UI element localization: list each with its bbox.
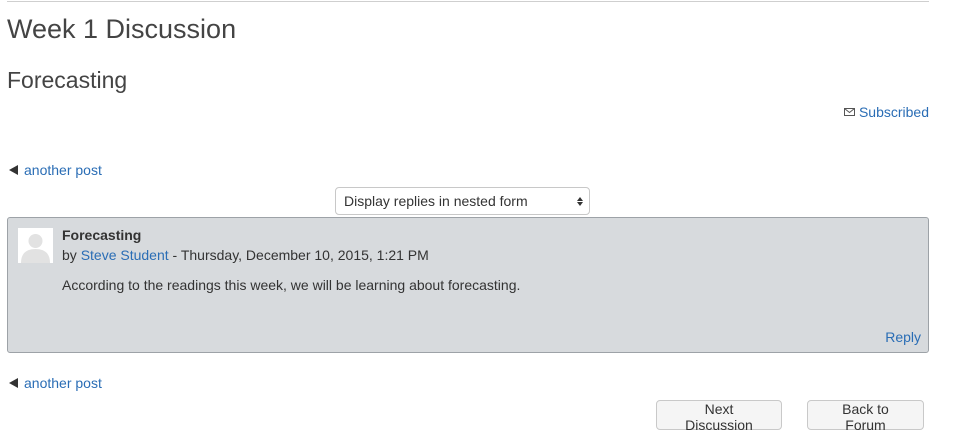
post-meta: by Steve Student - Thursday, December 10… <box>62 247 429 263</box>
select-arrows-icon <box>577 196 583 206</box>
post-message: According to the readings this week, we … <box>62 277 521 293</box>
prev-post-link-bottom[interactable]: another post <box>9 375 102 391</box>
user-silhouette-icon <box>18 228 53 263</box>
display-mode-select[interactable]: Display replies in nested form <box>335 187 590 215</box>
triangle-left-icon <box>9 378 18 388</box>
subscribed-toggle[interactable]: Subscribed <box>843 104 929 120</box>
prev-post-label: another post <box>24 162 102 178</box>
author-link[interactable]: Steve Student <box>81 247 169 263</box>
mail-icon <box>843 108 855 116</box>
reply-link[interactable]: Reply <box>885 329 921 345</box>
prev-post-link-top[interactable]: another post <box>9 162 102 178</box>
top-divider <box>7 1 929 2</box>
back-to-forum-button[interactable]: Back to Forum <box>807 400 924 433</box>
avatar[interactable] <box>18 228 53 263</box>
prev-post-label: another post <box>24 375 102 391</box>
post-date: - Thursday, December 10, 2015, 1:21 PM <box>168 247 429 263</box>
discussion-title: Forecasting <box>7 67 128 93</box>
display-mode-value: Display replies in nested form <box>344 193 528 209</box>
by-prefix: by <box>62 247 77 263</box>
triangle-left-icon <box>9 165 18 175</box>
next-discussion-button[interactable]: Next Discussion <box>656 400 782 433</box>
post-subject: Forecasting <box>62 227 142 243</box>
page-title: Week 1 Discussion <box>7 14 237 44</box>
forum-post: Forecasting by Steve Student - Thursday,… <box>7 217 929 353</box>
subscribed-label: Subscribed <box>858 104 929 120</box>
